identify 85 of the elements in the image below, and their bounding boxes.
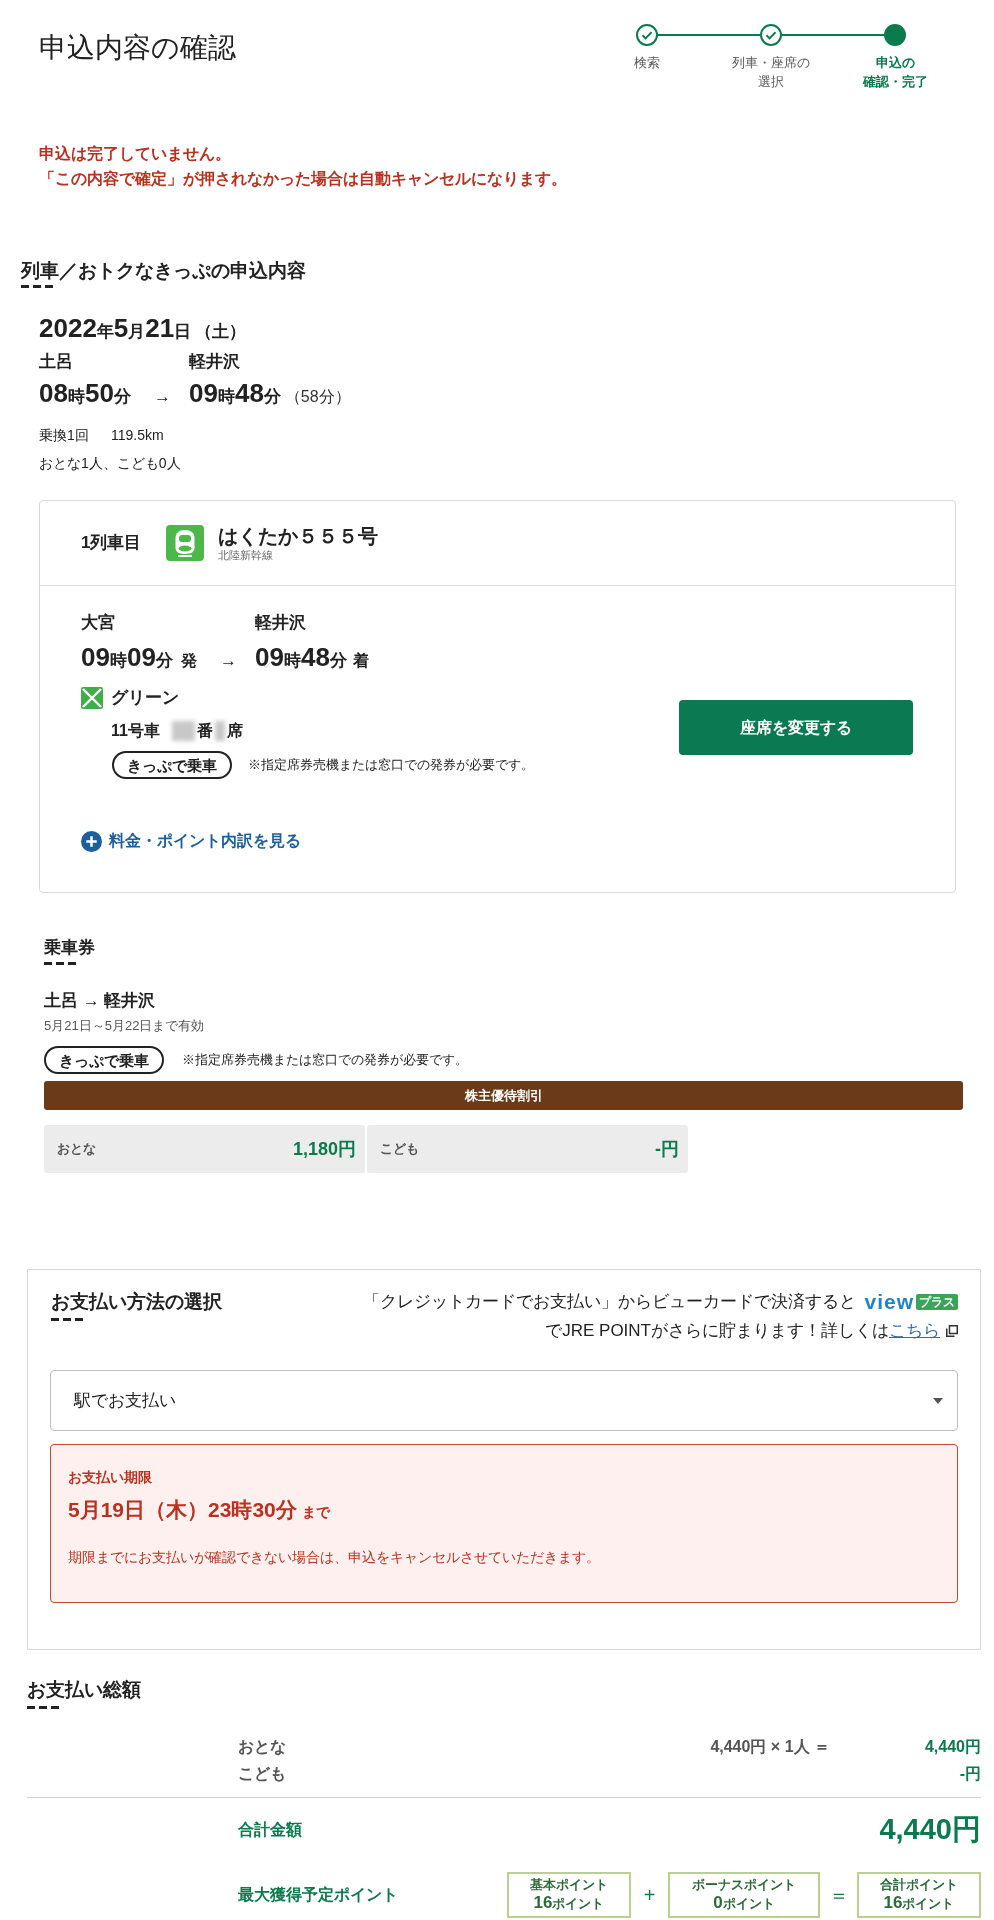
ticket-note: ※指定席券売機または窓口での発券が必要です。: [248, 756, 534, 775]
price-amount: 1,180円: [292, 1137, 356, 1161]
page-title: 申込内容の確認: [39, 31, 236, 65]
station-name: 軽井沢: [189, 351, 240, 373]
duration-text: （58分）: [284, 387, 351, 407]
ticket-note: ※指定席券売機または窓口での発券が必要です。: [182, 1051, 468, 1070]
deadline-title: お支払い期限: [68, 1468, 152, 1487]
ticket-badge: きっぷで乗車: [44, 1046, 164, 1074]
warning-text: 申込は完了していません。: [39, 144, 231, 164]
ticket-badge: きっぷで乗車: [112, 751, 232, 779]
departure-label: 発: [180, 651, 197, 671]
ticket-route: 土呂 → 軽井沢: [44, 990, 156, 1012]
travel-date: 2022年5月21日: [39, 312, 192, 345]
operator-sign: +: [642, 1883, 657, 1908]
departure-time: 09時09分: [81, 641, 173, 674]
row-amount: -円: [958, 1763, 981, 1784]
departure-time: 08時50分: [39, 377, 132, 410]
plus-circle-icon: [81, 830, 102, 852]
total-label: 合計金額: [238, 1820, 302, 1840]
points-value: 0ポイント: [713, 1893, 775, 1914]
transfer-count: 乗換1回: [39, 426, 90, 445]
car-number: 11号車: [111, 721, 160, 741]
train-index: 1列車目: [81, 532, 142, 555]
dropdown-caret-icon: [933, 1397, 943, 1404]
step-label: 検索: [633, 54, 661, 72]
details-link[interactable]: こちら: [889, 1316, 940, 1345]
row-amount: 4,440円: [923, 1736, 981, 1757]
deadline-suffix: まで: [301, 1503, 330, 1522]
cross-square-icon: [81, 687, 103, 709]
warning-text: 「この内容で確定」が押されなかった場合は自動キャンセルになります。: [39, 169, 567, 190]
step-label: 列車・座席の 選択: [731, 54, 811, 91]
logo-wordmark: view: [864, 1290, 914, 1313]
passenger-type: おとな: [238, 1736, 286, 1758]
subsection-heading: 乗車券: [44, 937, 95, 959]
seat-class: グリーン: [111, 687, 179, 710]
passenger-type: おとな: [57, 1140, 96, 1159]
passenger-count: おとな1人、こども0人: [39, 454, 181, 473]
weekday-text: （土）: [195, 321, 247, 343]
distance-text: 119.5km: [111, 426, 164, 445]
arrow-text: →: [154, 386, 172, 408]
external-link-icon[interactable]: [946, 1324, 958, 1337]
arrow-text: →: [220, 650, 238, 672]
passenger-type: こども: [238, 1763, 286, 1784]
deadline-date: 5月19日（木）23時30分: [68, 1497, 297, 1523]
passenger-type: こども: [380, 1140, 419, 1159]
section-heading: 列車／おトクなきっぷの申込内容: [21, 259, 306, 283]
step-label: 申込の 確認・完了: [861, 54, 929, 91]
fare-breakdown-link[interactable]: 料金・ポイント内訳を見る: [81, 830, 301, 852]
change-seat-button[interactable]: 座席を変更する: [679, 700, 913, 755]
station-name: 軽井沢: [255, 612, 306, 634]
line-name: 北陸新幹線: [218, 548, 274, 562]
section-heading: お支払い方法の選択: [51, 1290, 222, 1314]
section-heading: お支払い総額: [27, 1678, 141, 1702]
promo-text: でJRE POINTがさらに貯まります！詳しくは: [545, 1320, 889, 1342]
discount-bar: 株主優待割引: [44, 1081, 963, 1110]
operator-sign: ＝: [827, 1883, 850, 1908]
validity-text: 5月21日～5月22日まで有効: [44, 1017, 205, 1035]
logo-badge: プラス: [916, 1293, 958, 1310]
station-name: 大宮: [81, 612, 116, 634]
deadline-note: 期限までにお支払いが確認できない場合は、申込をキャンセルさせていただきます。: [68, 1548, 600, 1567]
price-formula: 4,440円 × 1人 ＝: [710, 1736, 830, 1757]
dashed-underline: [27, 1706, 59, 1709]
arrival-time: 09時48分: [255, 641, 347, 674]
seat-label: 席: [226, 721, 243, 741]
points-type: 合計ポイント: [880, 1876, 958, 1893]
payment-method-select[interactable]: 駅でお支払い: [50, 1370, 958, 1431]
train-front-icon: [166, 525, 205, 561]
dashed-underline: [21, 285, 53, 288]
total-amount: 4,440円: [879, 1812, 981, 1848]
points-value: 16ポイント: [533, 1893, 605, 1914]
train-name: はくたか５５５号: [218, 524, 379, 548]
points-type: ボーナスポイント: [692, 1876, 796, 1893]
arrival-label: 着: [352, 651, 369, 671]
seat-row-label: 番: [196, 721, 213, 741]
points-type: 基本ポイント: [530, 1876, 608, 1893]
arrival-time: 09時48分: [189, 377, 281, 410]
promo-text: 「クレジットカードでお支払い」からビューカードで決済すると: [363, 1291, 857, 1313]
blurred-patch: [214, 721, 225, 741]
dashed-underline: [51, 1318, 83, 1321]
blurred-patch: [171, 721, 195, 741]
station-name: 土呂: [39, 351, 74, 373]
price-amount: -円: [655, 1137, 679, 1161]
points-label: 最大獲得予定ポイント: [238, 1885, 398, 1905]
points-value: 16ポイント: [883, 1893, 955, 1914]
dashed-underline: [44, 962, 76, 965]
